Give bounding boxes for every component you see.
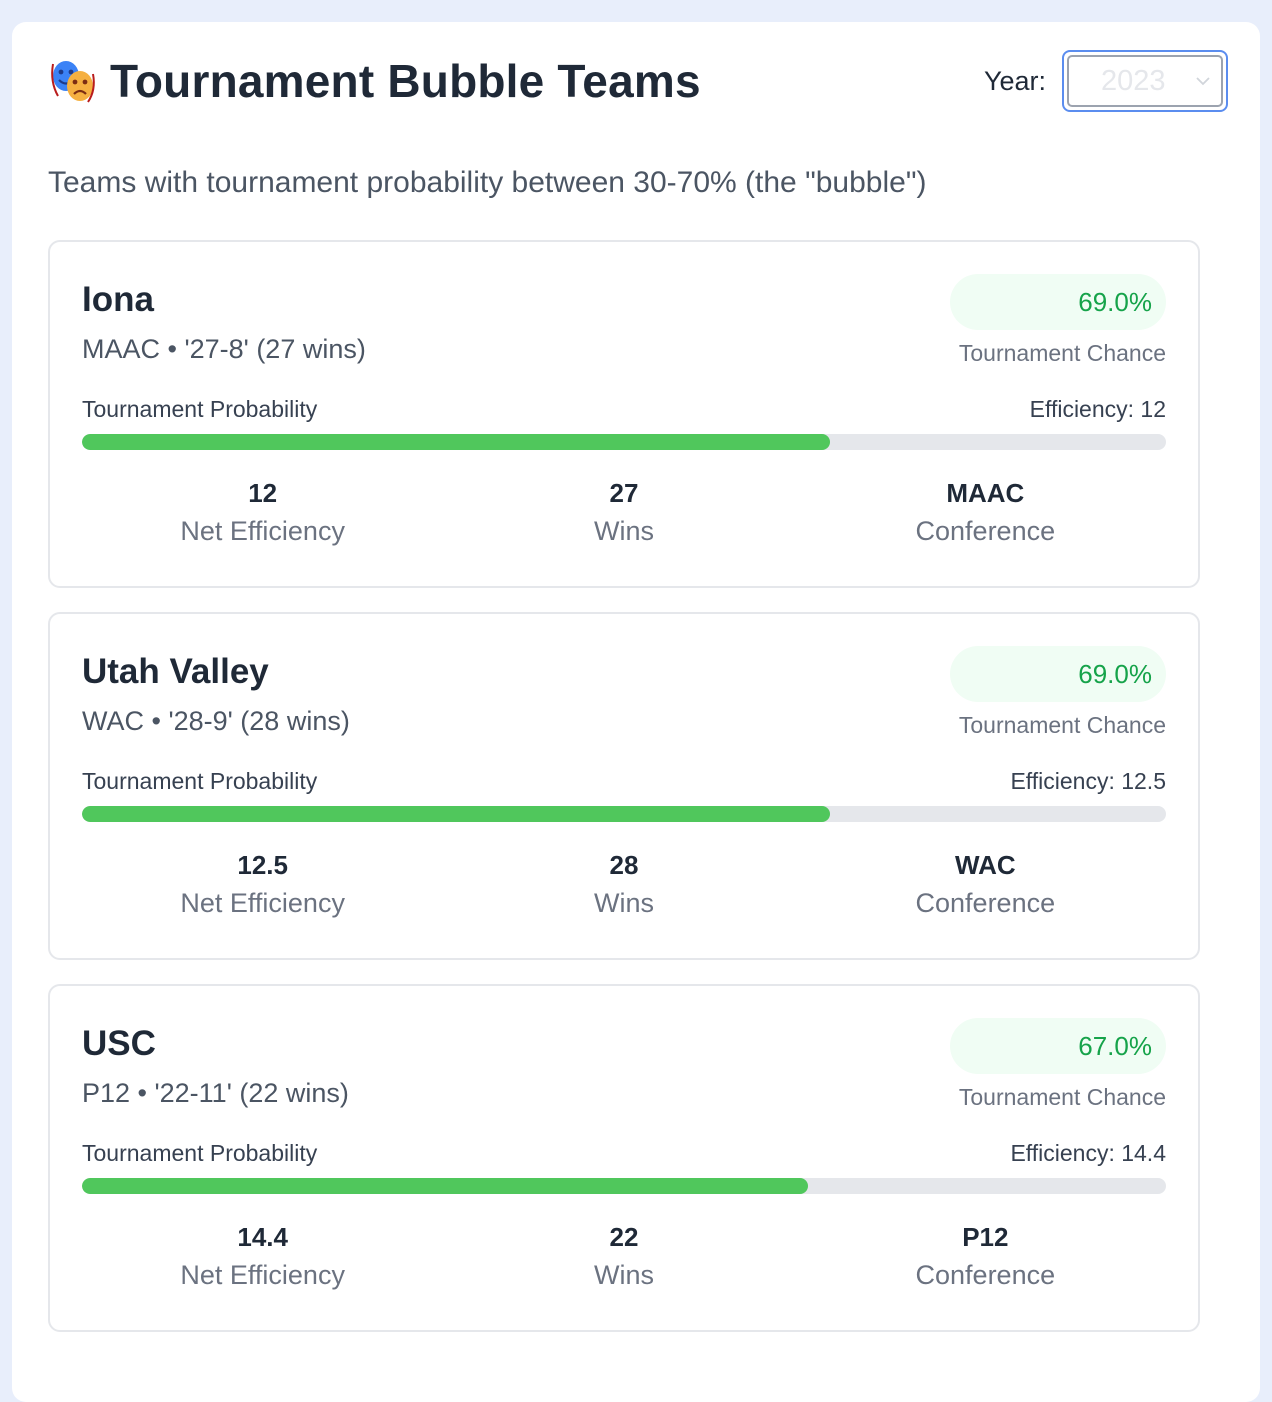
probability-label: Tournament Probability xyxy=(82,768,318,794)
year-label: Year: xyxy=(983,65,1046,96)
stat-value: 28 xyxy=(609,850,639,880)
stat-net-efficiency: 12.5 Net Efficiency xyxy=(82,850,443,919)
tournament-chance-label: Tournament Chance xyxy=(958,340,1166,366)
tournament-chance-label: Tournament Chance xyxy=(958,712,1166,738)
probability-label: Tournament Probability xyxy=(82,396,318,422)
probability-bar xyxy=(82,434,1166,450)
tournament-chance-badge: 69.0% xyxy=(950,274,1166,330)
stat-net-efficiency: 14.4 Net Efficiency xyxy=(82,1222,443,1291)
page-header: Tournament Bubble Teams Year: 2023 xyxy=(48,46,1228,116)
probability-bar xyxy=(82,1178,1166,1194)
team-meta: WAC • '28-9' (28 wins) xyxy=(82,706,350,736)
stat-label: Conference xyxy=(915,516,1056,546)
team-stats: 12 Net Efficiency 27 Wins MAAC Conferenc… xyxy=(82,478,1166,547)
stat-label: Net Efficiency xyxy=(180,516,345,546)
stat-conference: MAAC Conference xyxy=(805,478,1166,547)
stat-value: 12 xyxy=(248,478,278,508)
year-select-value: 2023 xyxy=(1101,64,1166,97)
stat-value: P12 xyxy=(962,1222,1009,1252)
page-title: Tournament Bubble Teams xyxy=(110,55,701,107)
team-card: Iona MAAC • '27-8' (27 wins) 69.0% Tourn… xyxy=(48,240,1200,588)
stat-wins: 22 Wins xyxy=(443,1222,804,1291)
team-name: Iona xyxy=(82,280,154,319)
probability-bar xyxy=(82,806,1166,822)
team-card: USC P12 • '22-11' (22 wins) 67.0% Tourna… xyxy=(48,984,1200,1332)
probability-label: Tournament Probability xyxy=(82,1140,318,1166)
stat-label: Conference xyxy=(915,1260,1056,1290)
stat-value: MAAC xyxy=(946,478,1025,508)
stat-label: Wins xyxy=(593,1260,654,1290)
probability-bar-fill xyxy=(82,434,830,450)
team-name: Utah Valley xyxy=(82,652,269,691)
stat-value: 12.5 xyxy=(237,850,288,880)
stat-value: 27 xyxy=(609,478,639,508)
stat-value: WAC xyxy=(954,850,1016,880)
stat-conference: WAC Conference xyxy=(805,850,1166,919)
stat-wins: 28 Wins xyxy=(443,850,804,919)
year-select[interactable]: 2023 xyxy=(1062,50,1228,112)
tournament-chance-badge: 67.0% xyxy=(950,1018,1166,1074)
team-stats: 12.5 Net Efficiency 28 Wins WAC Conferen… xyxy=(82,850,1166,919)
stat-value: 14.4 xyxy=(237,1222,288,1252)
year-select-box[interactable]: 2023 xyxy=(1067,55,1223,107)
stat-label: Conference xyxy=(915,888,1056,918)
team-stats: 14.4 Net Efficiency 22 Wins P12 Conferen… xyxy=(82,1222,1166,1291)
year-filter: Year: 2023 xyxy=(984,50,1228,112)
stat-wins: 27 Wins xyxy=(443,478,804,547)
efficiency-label: Efficiency: 12 xyxy=(1029,396,1166,422)
efficiency-label: Efficiency: 12.5 xyxy=(1010,768,1166,794)
stat-label: Net Efficiency xyxy=(180,1260,345,1290)
page-subtitle: Teams with tournament probability betwee… xyxy=(48,166,927,199)
stat-label: Wins xyxy=(593,888,654,918)
team-name: USC xyxy=(82,1024,156,1063)
stat-conference: P12 Conference xyxy=(805,1222,1166,1291)
tournament-chance-label: Tournament Chance xyxy=(958,1084,1166,1110)
stat-net-efficiency: 12 Net Efficiency xyxy=(82,478,443,547)
stat-label: Wins xyxy=(593,516,654,546)
probability-bar-fill xyxy=(82,1178,809,1194)
team-meta: P12 • '22-11' (22 wins) xyxy=(82,1078,349,1108)
title-group: Tournament Bubble Teams xyxy=(48,54,701,108)
tournament-chance-badge: 69.0% xyxy=(950,646,1166,702)
chevron-down-icon xyxy=(1196,77,1210,86)
stat-label: Net Efficiency xyxy=(180,888,345,918)
theater-masks-icon xyxy=(51,61,95,103)
probability-bar-fill xyxy=(82,806,830,822)
team-card: Utah Valley WAC • '28-9' (28 wins) 69.0%… xyxy=(48,612,1200,960)
efficiency-label: Efficiency: 14.4 xyxy=(1010,1140,1166,1166)
stat-value: 22 xyxy=(609,1222,639,1252)
team-meta: MAAC • '27-8' (27 wins) xyxy=(82,334,366,364)
